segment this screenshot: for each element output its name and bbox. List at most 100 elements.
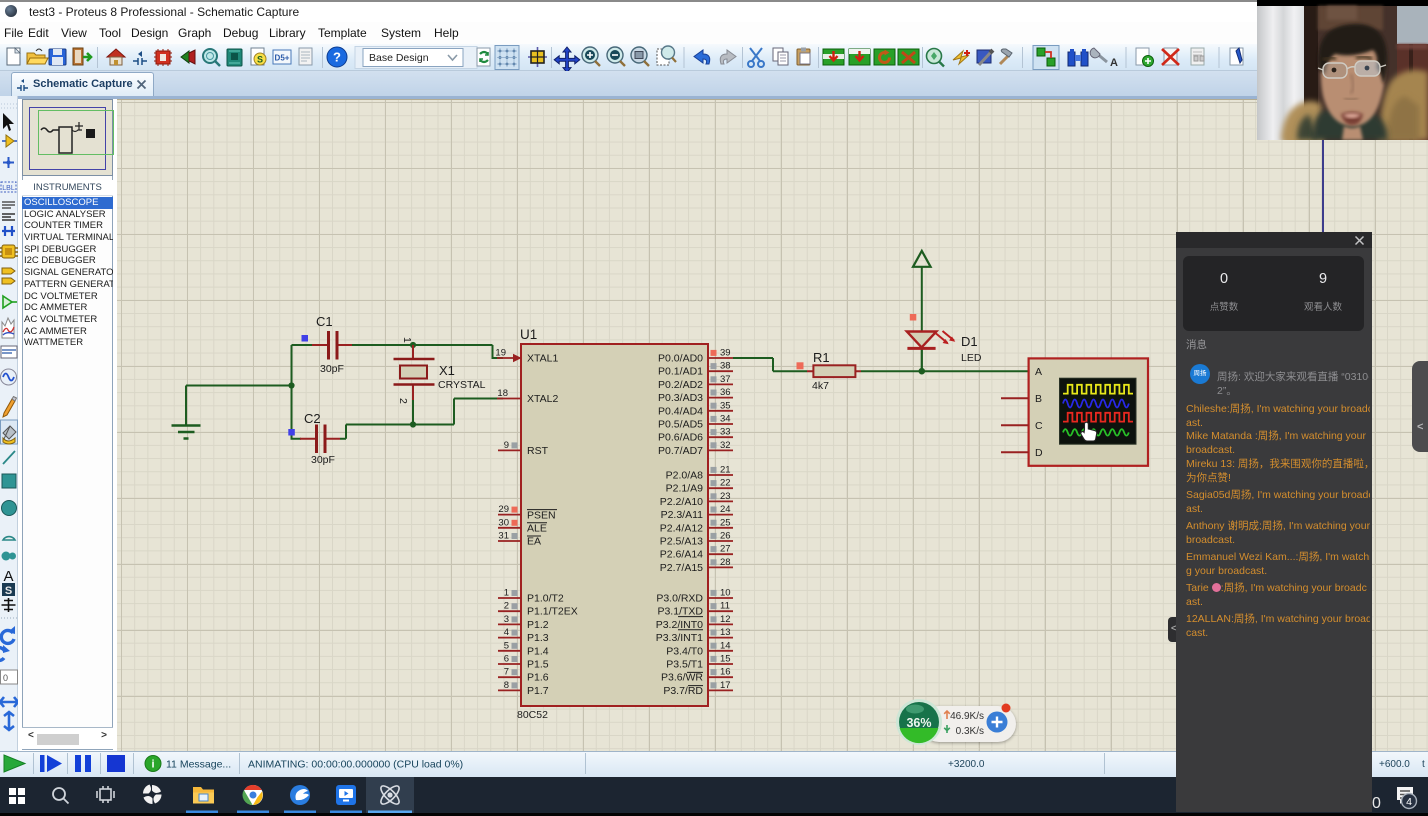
svg-text:P0.7/AD7: P0.7/AD7 <box>658 445 703 457</box>
svg-text:24: 24 <box>720 504 731 515</box>
svg-text:P1.4: P1.4 <box>527 645 549 657</box>
svg-text:21: 21 <box>720 465 731 476</box>
svg-text:37: 37 <box>720 374 731 385</box>
svg-text:i: i <box>151 759 154 771</box>
svg-text:10: 10 <box>720 588 731 599</box>
svg-text:7: 7 <box>504 667 509 678</box>
svg-text:P3.2/INT0: P3.2/INT0 <box>656 619 703 631</box>
svg-text:3: 3 <box>504 614 509 625</box>
svg-text:P1.6: P1.6 <box>527 672 549 684</box>
svg-text:33: 33 <box>720 427 731 438</box>
svg-text:D1: D1 <box>961 334 978 349</box>
svg-text:5: 5 <box>504 640 509 651</box>
svg-text:28: 28 <box>720 557 731 568</box>
svg-text:ALE: ALE <box>527 523 547 535</box>
svg-text:P1.7: P1.7 <box>527 685 549 697</box>
svg-text:P0.4/AD4: P0.4/AD4 <box>658 405 703 417</box>
svg-text:2: 2 <box>397 398 409 404</box>
svg-text:12: 12 <box>720 614 731 625</box>
svg-text:P3.6/WR: P3.6/WR <box>661 672 703 684</box>
svg-text:35: 35 <box>720 400 731 411</box>
svg-text:RST: RST <box>527 445 549 457</box>
svg-text:9: 9 <box>504 440 509 451</box>
svg-text:26: 26 <box>720 531 731 542</box>
svg-text:31: 31 <box>498 531 509 542</box>
svg-text:38: 38 <box>720 361 731 372</box>
svg-text:30pF: 30pF <box>311 454 335 466</box>
svg-text:80C52: 80C52 <box>517 709 548 721</box>
svg-text:14: 14 <box>720 640 731 651</box>
svg-text:P2.1/A9: P2.1/A9 <box>666 483 704 495</box>
svg-text:P1.0/T2: P1.0/T2 <box>527 593 564 605</box>
svg-text:U1: U1 <box>520 327 537 342</box>
svg-text:P1.2: P1.2 <box>527 619 549 631</box>
svg-text:32: 32 <box>720 440 731 451</box>
svg-text:0.3K/s: 0.3K/s <box>956 726 984 737</box>
svg-text:C1: C1 <box>316 314 333 329</box>
svg-text:P1.5: P1.5 <box>527 659 549 671</box>
svg-text:P2.7/A15: P2.7/A15 <box>660 562 703 574</box>
svg-text:1: 1 <box>401 337 413 343</box>
svg-text:P1.1/T2EX: P1.1/T2EX <box>527 606 578 618</box>
svg-text:D: D <box>1035 447 1043 459</box>
svg-text:PSEN: PSEN <box>527 509 556 521</box>
svg-text:4: 4 <box>504 627 509 638</box>
svg-text:34: 34 <box>720 414 731 425</box>
svg-text:P2.5/A13: P2.5/A13 <box>660 536 703 548</box>
svg-text:P3.5/T1: P3.5/T1 <box>666 659 703 671</box>
svg-text:36: 36 <box>720 387 731 398</box>
svg-text:P2.0/A8: P2.0/A8 <box>666 470 704 482</box>
svg-text:29: 29 <box>498 504 509 515</box>
svg-text:B: B <box>1035 393 1042 405</box>
svg-text:2: 2 <box>504 601 509 612</box>
svg-text:11 Message...: 11 Message... <box>166 759 231 771</box>
svg-text:6: 6 <box>504 654 509 665</box>
svg-text:+3200.0: +3200.0 <box>948 759 985 770</box>
svg-text:19: 19 <box>495 348 506 359</box>
svg-text:27: 27 <box>720 544 731 555</box>
svg-text:39: 39 <box>720 348 731 359</box>
svg-text:P0.0/AD0: P0.0/AD0 <box>658 353 703 365</box>
svg-text:P0.6/AD6: P0.6/AD6 <box>658 432 703 444</box>
svg-text:R1: R1 <box>813 350 830 365</box>
svg-text:P3.4/T0: P3.4/T0 <box>666 645 703 657</box>
svg-text:4: 4 <box>1406 796 1412 808</box>
svg-text:8: 8 <box>504 680 509 691</box>
svg-text:X1: X1 <box>439 363 455 378</box>
svg-text:1: 1 <box>504 588 509 599</box>
svg-text:P3.0/RXD: P3.0/RXD <box>656 593 703 605</box>
svg-text:4k7: 4k7 <box>812 380 829 392</box>
svg-text:36%: 36% <box>906 716 931 730</box>
svg-text:16: 16 <box>720 667 731 678</box>
svg-text:P3.7/RD: P3.7/RD <box>663 685 703 697</box>
svg-text:30pF: 30pF <box>320 363 344 375</box>
svg-text:0: 0 <box>1372 795 1381 812</box>
svg-text:CRYSTAL: CRYSTAL <box>438 379 486 391</box>
svg-text:t: t <box>1422 759 1425 770</box>
svg-text:ANIMATING: 00:00:00.000000 (CP: ANIMATING: 00:00:00.000000 (CPU load 0%) <box>248 759 463 771</box>
svg-text:P3.1/TXD: P3.1/TXD <box>657 606 703 618</box>
svg-text:P2.3/A11: P2.3/A11 <box>661 509 704 521</box>
svg-text:LED: LED <box>961 352 982 364</box>
svg-text:C: C <box>1035 420 1043 432</box>
svg-text:A: A <box>1035 366 1042 378</box>
svg-text:EA: EA <box>527 536 541 548</box>
svg-text:XTAL1: XTAL1 <box>527 353 558 365</box>
svg-text:C2: C2 <box>304 411 321 426</box>
svg-text:46.9K/s: 46.9K/s <box>950 711 984 722</box>
svg-text:17: 17 <box>720 680 731 691</box>
svg-text:P1.3: P1.3 <box>527 632 549 644</box>
svg-text:P0.2/AD2: P0.2/AD2 <box>658 379 703 391</box>
svg-text:11: 11 <box>720 601 730 612</box>
svg-text:P0.5/AD5: P0.5/AD5 <box>658 419 703 431</box>
svg-text:23: 23 <box>720 491 731 502</box>
svg-text:P0.3/AD3: P0.3/AD3 <box>658 392 703 404</box>
svg-text:XTAL2: XTAL2 <box>527 393 558 405</box>
svg-text:P2.2/A10: P2.2/A10 <box>660 496 703 508</box>
svg-text:22: 22 <box>720 478 731 489</box>
svg-text:25: 25 <box>720 517 731 528</box>
svg-text:P2.4/A12: P2.4/A12 <box>660 522 703 534</box>
svg-text:18: 18 <box>497 388 508 399</box>
svg-text:P0.1/AD1: P0.1/AD1 <box>658 366 703 378</box>
svg-text:P3.3/INT1: P3.3/INT1 <box>656 632 703 644</box>
